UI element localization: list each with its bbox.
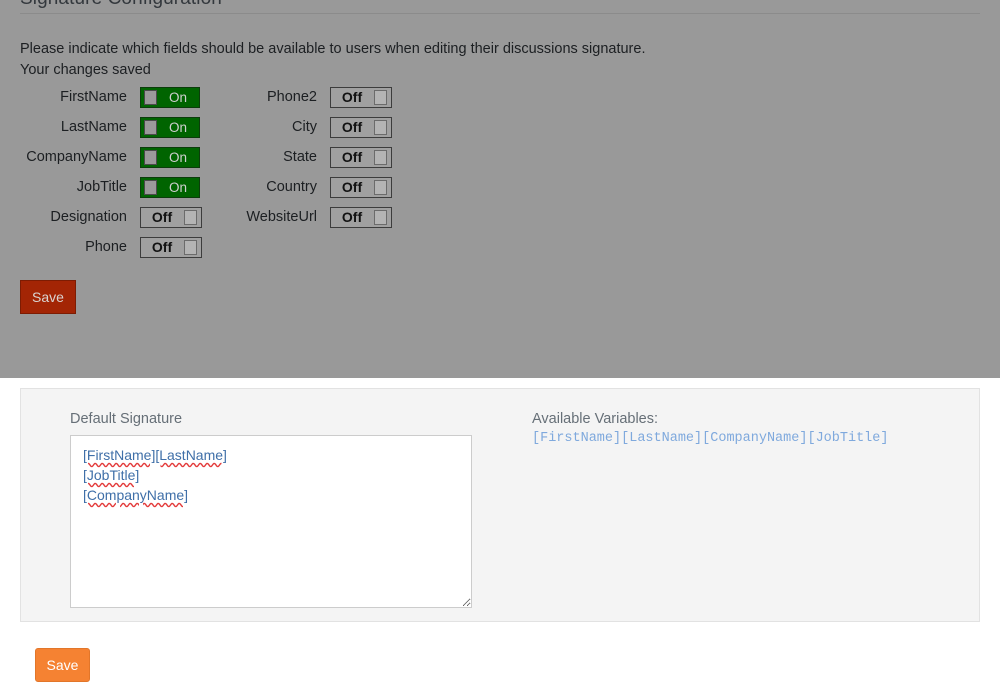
variable-token-firstname[interactable]: [FirstName]	[532, 431, 621, 446]
field-label-designation: Designation	[50, 209, 127, 225]
toggle-state-label: Off	[341, 148, 363, 165]
variable-token-lastname[interactable]: [LastName]	[621, 431, 702, 446]
field-label-city: City	[292, 119, 317, 135]
available-variables-list: [FirstName][LastName][CompanyName][JobTi…	[532, 431, 888, 446]
toggle-state-label: Off	[341, 118, 363, 135]
field-row: FirstName On	[0, 82, 202, 112]
field-row: City Off	[190, 112, 392, 142]
field-label-phone2: Phone2	[267, 89, 317, 105]
signature-line-text: [FirstName][LastName]	[83, 447, 227, 463]
field-row: Phone Off	[0, 232, 202, 262]
toggle-websiteurl[interactable]: Off	[330, 206, 392, 228]
toggle-phone[interactable]: Off	[140, 236, 202, 258]
signature-line-text: [CompanyName]	[83, 487, 189, 503]
toggle-knob	[374, 209, 387, 225]
field-column-left: FirstName On LastName On CompanyName On JobTit…	[0, 82, 202, 262]
toggle-knob	[374, 179, 387, 195]
field-row: State Off	[190, 142, 392, 172]
intro-description: Please indicate which fields should be a…	[20, 41, 646, 57]
default-signature-panel: Default Signature [FirstName][LastName][…	[20, 388, 980, 622]
field-label-country: Country	[266, 179, 317, 195]
status-message: Your changes saved	[20, 62, 151, 78]
signature-configuration-panel: Signature Configuration Please indicate …	[0, 0, 1000, 378]
field-label-phone: Phone	[85, 239, 127, 255]
field-label-lastname: LastName	[60, 119, 127, 135]
toggle-knob	[144, 89, 157, 105]
title-divider	[20, 13, 980, 14]
field-label-websiteurl: WebsiteUrl	[246, 209, 317, 225]
toggle-knob	[184, 239, 197, 255]
toggle-state-label: Off	[341, 178, 363, 195]
field-label-state: State	[283, 149, 317, 165]
default-signature-textarea[interactable]: [FirstName][LastName] [JobTitle] [CompanyN…	[70, 435, 472, 608]
field-row: Designation Off	[0, 202, 202, 232]
field-row: Phone2 Off	[190, 82, 392, 112]
field-row: WebsiteUrl Off	[190, 202, 392, 232]
save-configuration-button[interactable]: Save	[20, 280, 76, 314]
toggle-state[interactable]: Off	[330, 146, 392, 168]
field-row: JobTitle On	[0, 172, 202, 202]
toggle-knob	[144, 179, 157, 195]
field-label-companyname: CompanyName	[26, 149, 127, 165]
toggle-city[interactable]: Off	[330, 116, 392, 138]
toggle-knob	[374, 89, 387, 105]
toggle-knob	[374, 119, 387, 135]
signature-line-text: [JobTitle]	[83, 467, 140, 483]
field-row: CompanyName On	[0, 142, 202, 172]
toggle-knob	[374, 149, 387, 165]
toggle-knob	[144, 119, 157, 135]
toggle-country[interactable]: Off	[330, 176, 392, 198]
field-label-jobtitle: JobTitle	[76, 179, 127, 195]
toggle-state-label: Off	[151, 208, 173, 225]
toggle-phone2[interactable]: Off	[330, 86, 392, 108]
toggle-state-label: Off	[341, 88, 363, 105]
signature-line: [FirstName][LastName]	[83, 445, 459, 465]
default-signature-label: Default Signature	[70, 411, 183, 427]
signature-line: [CompanyName]	[83, 485, 459, 505]
available-variables-label: Available Variables:	[532, 411, 659, 427]
field-row: LastName On	[0, 112, 202, 142]
toggle-knob	[144, 149, 157, 165]
field-column-right: Phone2 Off City Off State Off Country Off Websit…	[190, 82, 392, 232]
variable-token-jobtitle[interactable]: [JobTitle]	[807, 431, 888, 446]
variable-token-companyname[interactable]: [CompanyName]	[702, 431, 807, 446]
field-row: Country Off	[190, 172, 392, 202]
toggle-state-label: Off	[151, 238, 173, 255]
page-title: Signature Configuration	[20, 0, 222, 10]
toggle-state-label: Off	[341, 208, 363, 225]
save-signature-button[interactable]: Save	[35, 648, 90, 682]
field-label-firstname: FirstName	[60, 89, 127, 105]
signature-line: [JobTitle]	[83, 465, 459, 485]
